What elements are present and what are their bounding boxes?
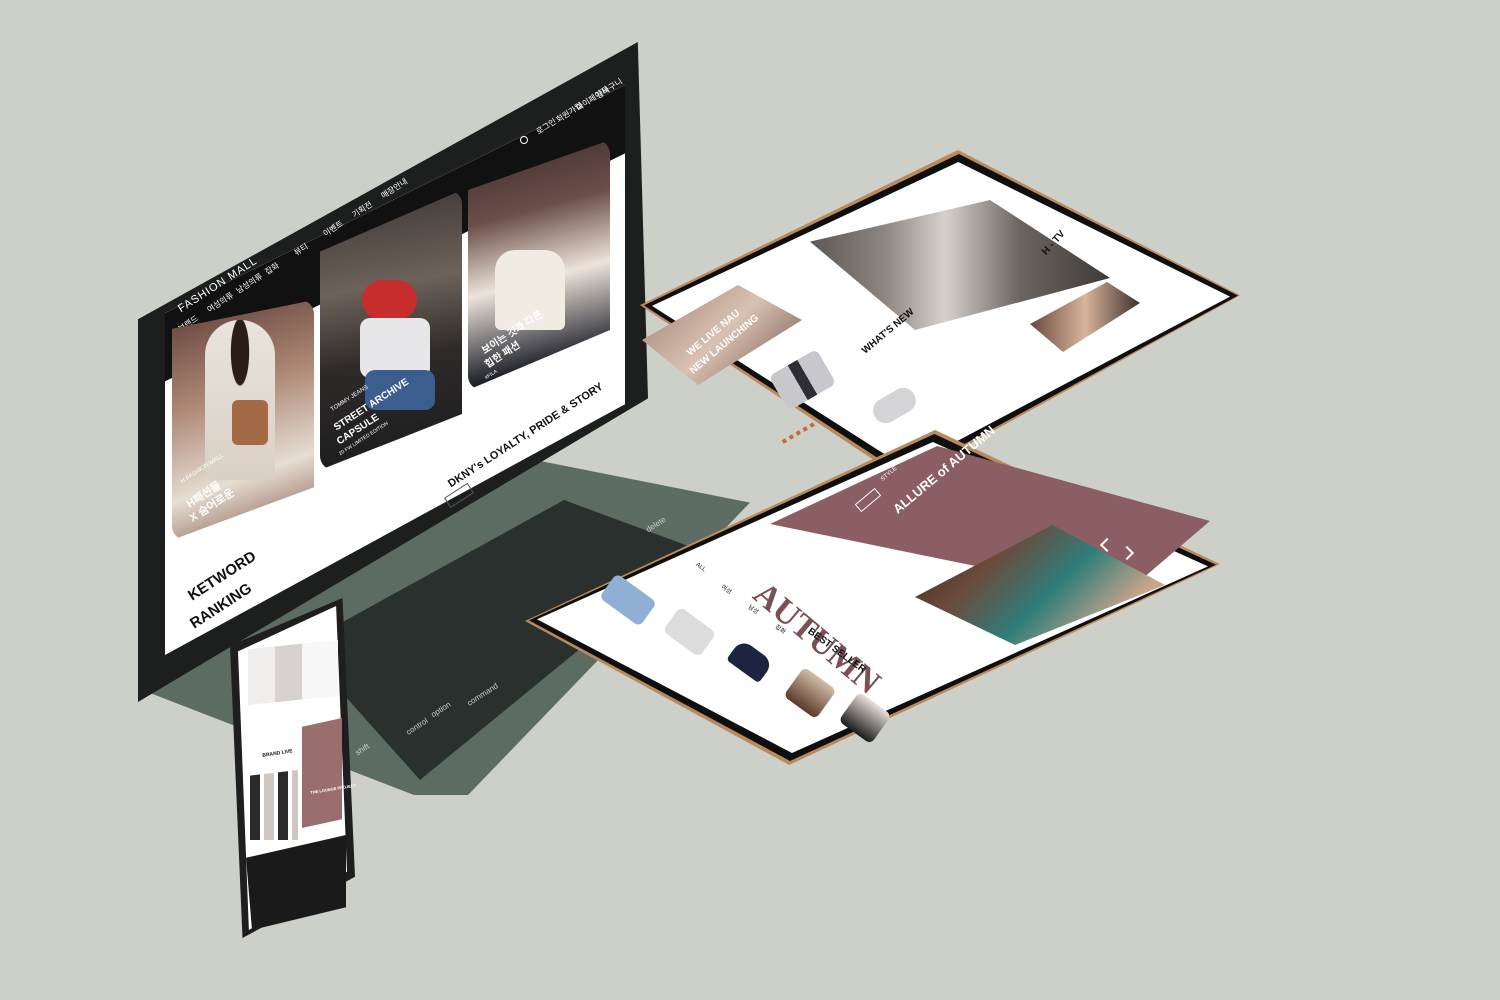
phone-thumb-grid[interactable]	[250, 770, 298, 840]
pager-dots[interactable]	[781, 420, 819, 444]
search-icon[interactable]	[520, 136, 528, 144]
mockup-scene: { "laptop": { "brand": "FASHION MALL", "…	[0, 0, 1500, 1000]
hero-model-2-sweater	[360, 318, 430, 378]
phone-product-row[interactable]	[248, 640, 338, 705]
hero-bag	[232, 400, 268, 445]
phone-brand-card[interactable]	[302, 718, 342, 828]
hero-model-2-scarf	[362, 280, 417, 320]
